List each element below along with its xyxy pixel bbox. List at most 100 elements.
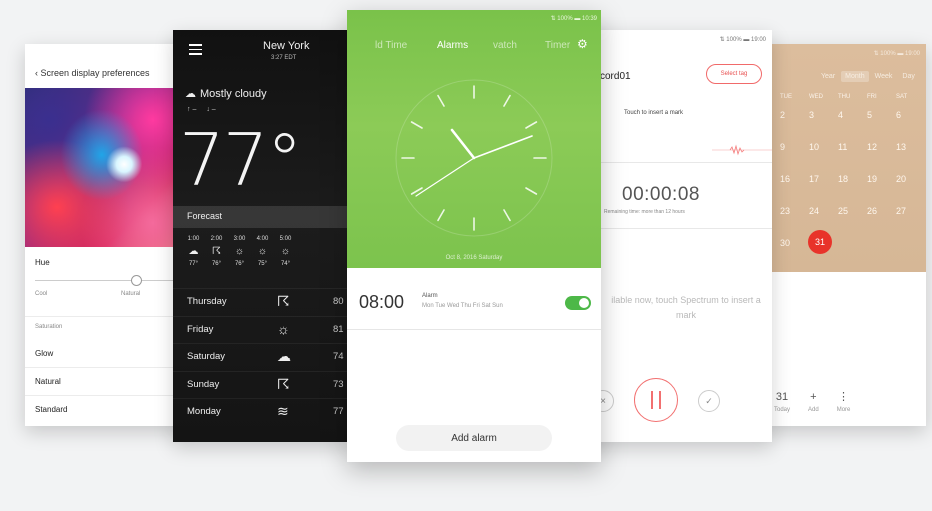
date-cell[interactable]: 2 xyxy=(780,110,809,122)
partly-sunny-icon: ☼ xyxy=(277,320,290,337)
weather-screen: New York 3:27 EDT ☁ Mostly cloudy ↑ – ↓ … xyxy=(173,30,351,442)
date-cell[interactable]: 4 xyxy=(838,110,867,122)
calendar-screen: ⇅ 100% ▬ 19:00 Year Month Week Day TUE W… xyxy=(762,44,926,426)
day-temp: 77 xyxy=(333,406,344,417)
hour-temp: 75° xyxy=(257,261,268,267)
date-cell[interactable]: 5 xyxy=(867,110,896,122)
partly-cloudy-icon: ☁ xyxy=(188,246,199,257)
hour-time: 4:00 xyxy=(256,236,269,242)
hue-slider-handle[interactable] xyxy=(131,275,142,286)
hamburger-menu-icon[interactable] xyxy=(189,44,202,58)
display-settings-screen: ‹ Screen display preferences Hue Cool Na… xyxy=(25,44,185,426)
date-cell[interactable]: 24 xyxy=(809,206,838,218)
hourly-item: 3:00 ☼ 76° xyxy=(233,236,246,267)
hour-hand xyxy=(450,128,476,160)
save-recording-button[interactable]: ✓ xyxy=(698,390,720,412)
add-event-button[interactable]: + Add xyxy=(808,390,819,413)
option-standard[interactable]: Standard xyxy=(35,405,185,414)
hue-slider-track[interactable] xyxy=(35,280,185,281)
tab-alarms[interactable]: Alarms xyxy=(437,40,468,51)
alarm-time: 08:00 xyxy=(359,292,405,312)
mark-hint: Touch to insert a mark xyxy=(624,110,684,116)
hour-time: 3:00 xyxy=(233,236,246,242)
hour-time: 1:00 xyxy=(187,236,200,242)
date-cell[interactable]: 9 xyxy=(780,142,809,154)
gear-icon[interactable]: ⚙ xyxy=(577,37,588,51)
list-item[interactable]: Monday ≋ 77 xyxy=(173,398,351,426)
date-cell[interactable]: 13 xyxy=(896,142,925,154)
date-cell[interactable]: 17 xyxy=(809,174,838,186)
cloud-icon: ☁ xyxy=(185,88,196,100)
date-cell[interactable]: 16 xyxy=(780,174,809,186)
status-bar: ⇅ 100% ▬ 19:00 xyxy=(873,51,920,57)
alarm-toggle[interactable] xyxy=(565,296,591,310)
list-item[interactable]: Sunday ☈ 73 xyxy=(173,370,351,399)
option-natural[interactable]: Natural xyxy=(35,377,185,386)
more-button[interactable]: ⋮ More xyxy=(837,390,851,413)
list-item[interactable]: Friday ☼ 81 xyxy=(173,315,351,344)
daily-forecast: Thursday ☈ 80 Friday ☼ 81 Saturday ☁ 74 … xyxy=(173,288,351,426)
date-cell[interactable]: 26 xyxy=(867,206,896,218)
thunder-icon: ☈ xyxy=(277,293,290,309)
date-cell[interactable]: 3 xyxy=(809,110,838,122)
day-temp: 74 xyxy=(333,351,344,362)
more-label: More xyxy=(836,407,851,413)
divider xyxy=(25,316,185,317)
view-switcher: Year Month Week Day xyxy=(817,71,919,82)
list-item[interactable]: Saturday ☁ 74 xyxy=(173,343,351,371)
settings-header[interactable]: ‹ Screen display preferences xyxy=(35,68,150,78)
pause-icon xyxy=(659,391,661,409)
day-name: Sunday xyxy=(187,378,220,390)
date-cell[interactable]: 19 xyxy=(867,174,896,186)
alarm-list-item[interactable]: 08:00 Alarm Mon Tue Wed Thu Fri Sat Sun xyxy=(347,280,601,330)
hour-temp: 74° xyxy=(280,261,291,267)
today-date-cell[interactable]: 31 xyxy=(808,230,832,254)
day-name: Saturday xyxy=(187,351,226,362)
date-cell[interactable]: 11 xyxy=(838,142,867,154)
thunder-icon: ☈ xyxy=(212,246,221,257)
weekday-label: FRI xyxy=(867,94,877,100)
date-cell[interactable]: 23 xyxy=(780,206,809,218)
option-glow[interactable]: Glow xyxy=(35,349,185,358)
date-cell[interactable]: 20 xyxy=(896,174,925,186)
feather-wallpaper-image xyxy=(25,88,185,247)
add-alarm-button[interactable]: Add alarm xyxy=(396,425,552,451)
date-cell[interactable]: 25 xyxy=(838,206,867,218)
cloud-icon: ☁ xyxy=(277,348,291,364)
date-cell[interactable]: 6 xyxy=(896,110,925,122)
weekday-label: WED xyxy=(809,94,823,100)
date-cell[interactable]: 27 xyxy=(896,206,925,218)
condition-text: Mostly cloudy xyxy=(200,87,267,100)
day-name: Monday xyxy=(187,406,221,417)
tab-world-time[interactable]: ld Time xyxy=(375,40,407,51)
calendar-today-icon: 31 xyxy=(775,391,789,403)
hour-time: 5:00 xyxy=(279,236,292,242)
weekday-label: TUE xyxy=(780,94,792,100)
high-low: ↑ – ↓ – xyxy=(187,106,216,113)
divider xyxy=(600,228,772,229)
view-day-tab[interactable]: Day xyxy=(898,71,918,82)
clock-header-area: ⇅ 100% ▬ 10:39 ld Time Alarms vatch Time… xyxy=(347,10,601,268)
date-cell[interactable]: 30 xyxy=(780,238,809,250)
tab-stopwatch[interactable]: vatch xyxy=(493,40,517,51)
pause-button[interactable] xyxy=(634,378,678,422)
date-cell[interactable]: 12 xyxy=(867,142,896,154)
clock-date: Oct 8, 2016 Saturday xyxy=(445,255,503,261)
date-cell[interactable]: 18 xyxy=(838,174,867,186)
select-tag-button[interactable]: Select tag xyxy=(706,64,762,84)
list-item[interactable]: Thursday ☈ 80 xyxy=(173,288,351,316)
view-year-tab[interactable]: Year xyxy=(817,71,839,82)
hourly-forecast: 1:00 ☁ 77° 2:00 ☈ 76° 3:00 ☼ 76° 4:00 ☼ … xyxy=(187,236,292,267)
view-month-tab[interactable]: Month xyxy=(841,71,869,82)
date-cell[interactable]: 10 xyxy=(809,142,838,154)
low-temp: ↓ – xyxy=(206,106,216,113)
today-button[interactable]: 31 Today xyxy=(774,390,790,413)
pause-icon xyxy=(651,391,653,409)
tab-timer[interactable]: Timer xyxy=(545,40,570,51)
day-temp: 73 xyxy=(333,378,344,390)
hour-temp: 76° xyxy=(234,261,245,267)
weekday-header: TUE WED THU FRI SAT xyxy=(780,94,926,100)
spectrum-waveform[interactable] xyxy=(712,144,772,156)
thunder-icon: ☈ xyxy=(277,375,290,392)
view-week-tab[interactable]: Week xyxy=(871,71,897,82)
